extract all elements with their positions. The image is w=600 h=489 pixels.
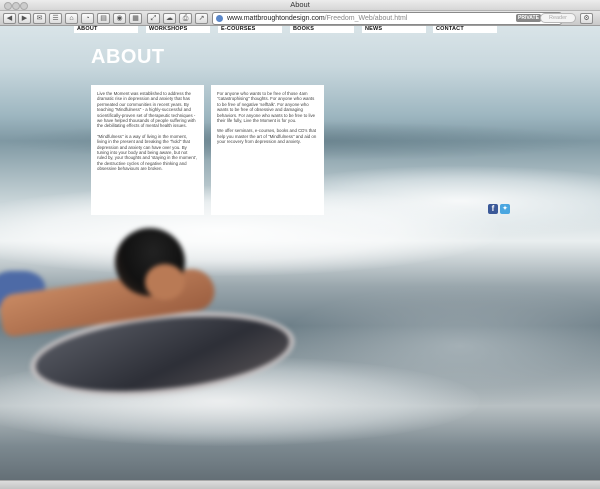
window-title: About <box>290 0 310 9</box>
mail-icon[interactable]: ✉ <box>33 13 46 24</box>
browser-toolbar: ◀ ▶ ✉ ☰ ⌂ ◔ ▤ ◉ ▦ ⤢ ☁ ⎙ ↗ www.mattbrough… <box>0 11 600 26</box>
resize-icon[interactable]: ⤢ <box>147 13 160 24</box>
nav-contact[interactable]: CONTACT <box>433 26 497 33</box>
about-paragraph: "Mindfulness" is a way of living in the … <box>97 133 197 172</box>
url-path: /Freedom_Web/about.html <box>324 15 408 22</box>
site-favicon-icon <box>216 15 223 22</box>
forward-icon[interactable]: ▶ <box>18 13 31 24</box>
url-host: www.mattbroughtondesign.com <box>227 15 325 22</box>
nav-books[interactable]: BOOKS <box>290 26 354 33</box>
about-paragraph: We offer seminars, e-courses, books and … <box>217 128 317 145</box>
topsites-icon[interactable]: ▦ <box>129 13 142 24</box>
reader-button[interactable]: Reader <box>540 13 576 23</box>
photo-face <box>145 264 185 300</box>
about-panel-left: Live the Moment was established to addre… <box>91 85 204 215</box>
facebook-icon[interactable]: f <box>488 204 498 214</box>
history-icon[interactable]: ◔ <box>81 13 94 24</box>
bookmarks-icon[interactable]: ☰ <box>49 13 62 24</box>
address-bar[interactable]: www.mattbroughtondesign.com/Freedom_Web/… <box>212 12 562 25</box>
nav-workshops[interactable]: WORKSHOPS <box>146 26 210 33</box>
about-paragraph: Live the Moment was established to addre… <box>97 91 196 129</box>
nav-about[interactable]: ABOUT <box>74 26 138 33</box>
sidebar-icon[interactable]: ▤ <box>97 13 110 24</box>
cloud-icon[interactable]: ☁ <box>163 13 176 24</box>
print-icon[interactable]: ⎙ <box>179 13 192 24</box>
home-icon[interactable]: ⌂ <box>65 13 78 24</box>
page-title: ABOUT <box>91 46 165 68</box>
twitter-icon[interactable]: ✦ <box>500 204 510 214</box>
back-icon[interactable]: ◀ <box>3 13 16 24</box>
site-navigation: ABOUT WORKSHOPS E-COURSES BOOKS NEWS CON… <box>0 26 600 33</box>
url-text[interactable]: www.mattbroughtondesign.com/Freedom_Web/… <box>227 13 407 24</box>
nav-e-courses[interactable]: E-COURSES <box>218 26 282 33</box>
share-icon[interactable]: ↗ <box>195 13 208 24</box>
private-badge: PRIVATE <box>516 14 541 22</box>
background-photo-subject <box>0 226 300 408</box>
settings-icon[interactable]: ⚙ <box>580 13 593 24</box>
nav-news[interactable]: NEWS <box>362 26 426 33</box>
about-paragraph: For anyone who wants to be free of those… <box>217 91 316 124</box>
page-viewport: ABOUT WORKSHOPS E-COURSES BOOKS NEWS CON… <box>0 26 600 480</box>
window-titlebar: About <box>0 0 600 11</box>
about-panel-right: For anyone who wants to be free of those… <box>211 85 324 215</box>
globe-icon[interactable]: ◉ <box>113 13 126 24</box>
